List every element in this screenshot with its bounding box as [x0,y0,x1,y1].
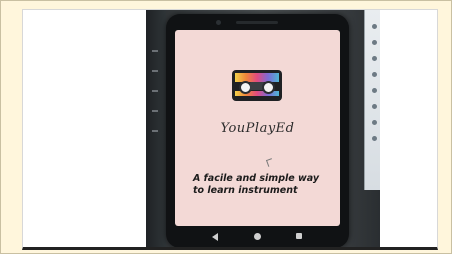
monitor-icon [372,120,377,125]
front-camera [216,20,221,25]
keyboard-key [152,50,158,52]
tagline-line-2: to learn instrument [193,185,298,196]
photo-slide: YouPlayEd A facile and simple way to lea… [22,9,438,250]
app-title: YouPlayEd [220,121,295,136]
monitor-icon [372,24,377,29]
keyboard-key [152,130,158,132]
app-tagline: A facile and simple way to learn instrum… [193,173,333,197]
background-monitor [364,10,380,190]
monitor-icon [372,56,377,61]
monitor-icon [372,40,377,45]
monitor-icon [372,88,377,93]
monitor-icon [372,136,377,141]
keyboard-edge [146,10,166,247]
keyboard-key [152,70,158,72]
splash-screen[interactable]: YouPlayEd A facile and simple way to lea… [175,30,340,226]
recent-apps-icon[interactable] [296,233,302,239]
keyboard-key [152,110,158,112]
image-frame: YouPlayEd A facile and simple way to lea… [0,0,452,254]
system-nav-bar [175,230,340,244]
tagline-line-1: A facile and simple way [193,173,320,184]
back-icon[interactable] [212,233,218,241]
cassette-reel-right [262,81,275,94]
earpiece-speaker [236,21,278,24]
keyboard-key [152,90,158,92]
cassette-logo-icon [232,70,282,101]
phone-photo: YouPlayEd A facile and simple way to lea… [146,10,380,247]
phone-device: YouPlayEd A facile and simple way to lea… [166,14,349,247]
monitor-icon [372,104,377,109]
pointer-cursor-icon [265,158,275,167]
monitor-icon [372,72,377,77]
home-icon[interactable] [254,233,261,240]
